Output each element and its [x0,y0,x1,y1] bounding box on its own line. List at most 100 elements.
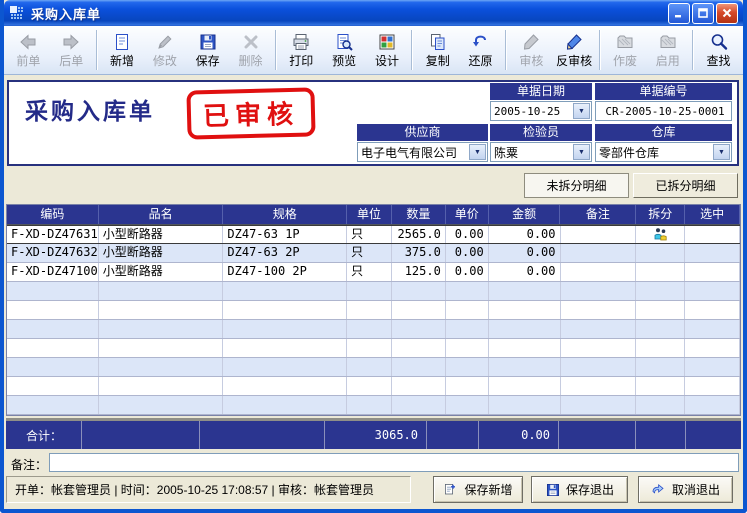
cell-unit [347,301,392,319]
doc-date-combobox[interactable]: 2005-10-25 ▼ [490,101,592,121]
cell-qty: 125.0 [392,263,446,281]
toolbar-restore-button[interactable]: 还原 [459,28,502,72]
toolbar-new-button[interactable]: 新增 [101,28,144,72]
cell-qty [392,301,446,319]
toolbar-copy-button[interactable]: 复制 [416,28,459,72]
toolbar-design-button[interactable]: 设计 [366,28,409,72]
inspector-label: 检验员 [490,124,592,141]
toolbar-next-button[interactable]: 后单 [50,28,93,72]
cell-amount [489,396,561,414]
cell-name: 小型断路器 [99,263,224,281]
chevron-down-icon[interactable]: ▼ [469,144,486,160]
col-header-spec[interactable]: 规格 [223,205,347,224]
toolbar-audit-button[interactable]: 审核 [510,28,553,72]
cell-name: 小型断路器 [99,226,224,243]
cell-split [636,320,685,338]
minimize-button[interactable] [668,3,690,24]
col-header-split[interactable]: 拆分 [636,205,685,224]
cell-selected [685,339,740,357]
status-text: 开单：帐套管理员 | 时间：2005-10-25 17:08:57 | 审核：帐… [15,481,374,498]
form-header-panel: 采购入库单 已审核 单据日期 2005-10-25 ▼ 单据编号 CR-2005… [7,80,739,166]
toolbar-preview-button[interactable]: 预览 [323,28,366,72]
tab-split-detail[interactable]: 已拆分明细 [633,173,738,198]
remark-input[interactable] [49,453,739,472]
floppy-icon [545,482,561,498]
toolbar-save-button[interactable]: 保存 [186,28,229,72]
cell-spec: DZ47-100 2P [223,263,347,281]
cell-qty [392,396,446,414]
cell-selected [685,301,740,319]
cell-name [99,377,224,395]
toolbar-separator [411,30,413,70]
split-people-icon[interactable] [653,227,668,242]
cell-unit: 只 [347,226,392,243]
warehouse-label: 仓库 [595,124,732,141]
inspector-combobox[interactable]: 陈粟 ▼ [490,142,592,162]
cell-qty [392,358,446,376]
save-exit-button[interactable]: 保存退出 [531,476,628,503]
cell-unit [347,320,392,338]
cell-spec [223,358,347,376]
cell-spec: DZ47-63 2P [223,244,347,262]
cell-name [99,282,224,300]
col-header-price[interactable]: 单价 [446,205,489,224]
cell-code: F-XD-DZ47632P [7,244,99,262]
toolbar-print-button[interactable]: 打印 [280,28,323,72]
titlebar[interactable]: 采购入库单 [4,0,743,26]
cell-amount [489,358,561,376]
maximize-button[interactable] [692,3,714,24]
cell-selected [685,282,740,300]
toolbar-modify-button[interactable]: 修改 [143,28,186,72]
table-row[interactable]: F-XD-DZ471002P小型断路器DZ47-100 2P只125.00.00… [7,263,740,282]
table-empty-row[interactable] [7,358,740,377]
table-empty-row[interactable] [7,377,740,396]
table-empty-row[interactable] [7,301,740,320]
cell-price [446,358,489,376]
toolbar-void-button[interactable]: 作废 [604,28,647,72]
table-empty-row[interactable] [7,396,740,415]
supplier-combobox[interactable]: 电子电气有限公司 ▼ [357,142,488,162]
cell-price: 0.00 [446,226,489,243]
toolbar-enable-button[interactable]: 启用 [646,28,689,72]
void-folder-icon [615,32,635,52]
print-icon [291,32,311,52]
table-row[interactable]: F-XD-DZ47632P小型断路器DZ47-63 2P只375.00.000.… [7,244,740,263]
cell-name [99,358,224,376]
cell-unit: 只 [347,244,392,262]
table-empty-row[interactable] [7,320,740,339]
chevron-down-icon[interactable]: ▼ [573,144,590,160]
form-title: 采购入库单 [25,92,155,126]
col-header-name[interactable]: 品名 [99,205,224,224]
table-empty-row[interactable] [7,339,740,358]
col-header-selected[interactable]: 选中 [685,205,740,224]
toolbar-delete-button[interactable]: 删除 [229,28,272,72]
table-row[interactable]: F-XD-DZ47631P小型断路器DZ47-63 1P只2565.00.000… [7,225,740,244]
chevron-down-icon[interactable]: ▼ [573,103,590,119]
cell-price [446,320,489,338]
table-header-row: 编码品名规格单位数量单价金额备注拆分选中 [7,205,740,225]
toolbar-unaudit-button[interactable]: 反审核 [553,28,596,72]
save-new-button[interactable]: 保存新增 [433,476,523,503]
cancel-exit-button[interactable]: 取消退出 [638,476,733,503]
inspector-field: 检验员 陈粟 ▼ [490,124,592,162]
col-header-code[interactable]: 编码 [7,205,99,224]
cell-name [99,339,224,357]
table-empty-row[interactable] [7,282,740,301]
tab-unsplit-detail[interactable]: 未拆分明细 [524,173,629,198]
toolbar-find-button[interactable]: 查找 [697,28,740,72]
col-header-amount[interactable]: 金额 [489,205,561,224]
col-header-unit[interactable]: 单位 [347,205,392,224]
doc-number-input[interactable]: CR-2005-10-25-0001 [595,101,732,121]
toolbar-prev-button[interactable]: 前单 [7,28,50,72]
close-button[interactable] [716,3,738,24]
summary-qty-total: 3065.0 [325,421,427,449]
summary-bar: 合计： 3065.0 0.00 [6,418,741,449]
search-icon [709,32,729,52]
cell-code [7,301,99,319]
col-header-remark[interactable]: 备注 [560,205,636,224]
chevron-down-icon[interactable]: ▼ [713,144,730,160]
col-header-qty[interactable]: 数量 [392,205,446,224]
warehouse-combobox[interactable]: 零部件仓库 ▼ [595,142,732,162]
save-icon [198,32,218,52]
toolbar-button-label: 还原 [469,52,493,69]
